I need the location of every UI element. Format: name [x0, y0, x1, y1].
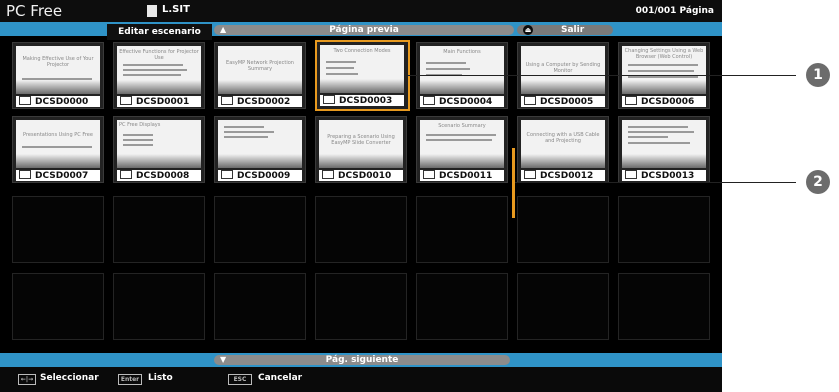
help-bar: ←|→ Seleccionar Enter Listo ESC Cancelar: [0, 367, 722, 392]
thumbnail-item[interactable]: Making Effective Use of Your Projector D…: [12, 42, 104, 109]
empty-slot: [416, 196, 508, 263]
esc-key-icon: ESC: [228, 374, 252, 385]
slide-preview: Connecting with a USB Cable and Projecti…: [521, 120, 605, 168]
slide-preview: Effective Functions for Projector Use: [117, 46, 201, 94]
thumbnail-label: DCSD0009: [218, 170, 302, 181]
file-icon: [19, 96, 31, 105]
thumbnail-item[interactable]: Connecting with a USB Cable and Projecti…: [517, 116, 609, 183]
file-icon: [524, 170, 536, 179]
thumbnail-item[interactable]: Presentations Using PC Free DCSD0007: [12, 116, 104, 183]
file-icon: [625, 170, 637, 179]
direction-key-icon: ←|→: [18, 374, 36, 385]
thumbnail-label: DCSD0001: [117, 96, 201, 107]
help-select-label: Seleccionar: [40, 373, 99, 383]
arrow-up-icon: ▲: [220, 25, 227, 34]
file-icon: [19, 170, 31, 179]
empty-slot: [517, 196, 609, 263]
thumbnail-label: DCSD0003: [320, 95, 404, 106]
callout-line: [515, 182, 796, 183]
slide-preview: Using a Computer by Sending Monitor: [521, 46, 605, 94]
arrow-down-icon: ▼: [220, 355, 227, 364]
thumbnail-label: DCSD0013: [622, 170, 706, 181]
file-icon: [322, 170, 334, 179]
exit-button[interactable]: ⏏ Salir: [517, 25, 613, 35]
file-icon: [524, 96, 536, 105]
previous-page-label: Página previa: [329, 25, 399, 35]
file-icon: [221, 170, 233, 179]
thumbnail-label: DCSD0008: [117, 170, 201, 181]
slide-preview: Changing Settings Using a Web Browser (W…: [622, 46, 706, 94]
slide-preview: Two Connection Modes: [320, 45, 404, 93]
thumbnail-label: DCSD0012: [521, 170, 605, 181]
empty-slot: [315, 196, 407, 263]
file-icon: [221, 96, 233, 105]
thumbnail-label: DCSD0000: [16, 96, 100, 107]
empty-slot: [618, 196, 710, 263]
file-icon: [147, 5, 157, 17]
enter-key-icon: Enter: [118, 374, 142, 385]
empty-slot: [113, 273, 205, 340]
file-icon: [423, 170, 435, 179]
thumbnail-label: DCSD0010: [319, 170, 403, 181]
thumbnail-label: DCSD0005: [521, 96, 605, 107]
thumbnail-item[interactable]: Effective Functions for Projector Use DC…: [113, 42, 205, 109]
exit-icon: ⏏: [523, 25, 533, 35]
title-bar: PC Free L.SIT 001/001 Página: [0, 0, 722, 22]
slide-preview: PC Free Displays: [117, 120, 201, 168]
help-cancel-label: Cancelar: [258, 373, 303, 383]
file-icon: [120, 170, 132, 179]
previous-page-button[interactable]: ▲ Página previa: [214, 25, 514, 35]
slide-preview: [622, 120, 706, 168]
slide-preview: EasyMP Network Projection Summary: [218, 46, 302, 94]
thumbnail-label: DCSD0006: [622, 96, 706, 107]
empty-slot: [214, 196, 306, 263]
thumbnail-label: DCSD0007: [16, 170, 100, 181]
thumbnail-item[interactable]: Preparing a Scenario Using EasyMP Slide …: [315, 116, 407, 183]
empty-slot: [618, 273, 710, 340]
next-page-button[interactable]: ▼ Pág. siguiente: [214, 355, 510, 365]
empty-slot: [113, 196, 205, 263]
thumbnail-grid: Making Effective Use of Your Projector D…: [6, 36, 716, 354]
thumbnail-item-selected[interactable]: Two Connection Modes DCSD0003: [315, 40, 410, 111]
thumbnail-item[interactable]: PC Free Displays DCSD0008: [113, 116, 205, 183]
thumbnail-item[interactable]: DCSD0009: [214, 116, 306, 183]
file-icon: [120, 96, 132, 105]
slide-preview: Main Functions: [420, 46, 504, 94]
slide-preview: Scenario Summary: [420, 120, 504, 168]
empty-slot: [12, 273, 104, 340]
empty-slot: [517, 273, 609, 340]
file-name: L.SIT: [162, 4, 190, 15]
slide-preview: Making Effective Use of Your Projector: [16, 46, 100, 94]
help-enter-label: Listo: [148, 373, 173, 383]
slide-preview: Preparing a Scenario Using EasyMP Slide …: [319, 120, 403, 168]
next-page-label: Pág. siguiente: [325, 355, 399, 365]
empty-slot: [416, 273, 508, 340]
empty-slot: [12, 196, 104, 263]
file-icon: [323, 95, 335, 104]
callout-line: [404, 75, 796, 76]
empty-slot: [315, 273, 407, 340]
callout-2: 2: [806, 170, 830, 194]
thumbnail-label: DCSD0011: [420, 170, 504, 181]
insertion-marker: [512, 148, 515, 218]
exit-label: Salir: [561, 25, 585, 35]
slide-preview: [218, 120, 302, 168]
file-icon: [625, 96, 637, 105]
file-icon: [423, 96, 435, 105]
callout-1: 1: [806, 63, 830, 87]
thumbnail-item[interactable]: EasyMP Network Projection Summary DCSD00…: [214, 42, 306, 109]
empty-slot: [214, 273, 306, 340]
page-counter: 001/001 Página: [635, 6, 714, 16]
thumbnail-label: DCSD0004: [420, 96, 504, 107]
projector-screen: PC Free L.SIT 001/001 Página Editar esce…: [0, 0, 722, 392]
app-title: PC Free: [6, 2, 63, 20]
slide-preview: Presentations Using PC Free: [16, 120, 100, 168]
thumbnail-item[interactable]: Scenario Summary DCSD0011: [416, 116, 508, 183]
thumbnail-label: DCSD0002: [218, 96, 302, 107]
thumbnail-item[interactable]: DCSD0013: [618, 116, 710, 183]
